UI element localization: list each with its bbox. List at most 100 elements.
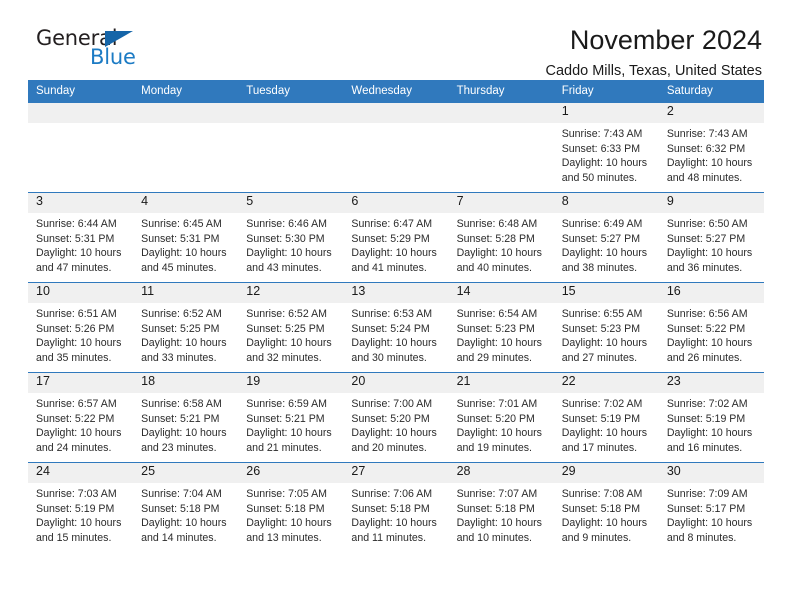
day-cell-inner: 15 Sunrise: 6:55 AM Sunset: 5:23 PM Dayligh… bbox=[553, 283, 659, 372]
daylight-text-line1: Daylight: 10 hours bbox=[141, 247, 227, 260]
day-cell-inner: 22 Sunrise: 7:02 AM Sunset: 5:19 PM Dayligh… bbox=[553, 373, 659, 462]
day-details: Sunrise: 6:55 AM Sunset: 5:23 PM Daylight:… bbox=[554, 303, 659, 365]
sunrise-text: Sunrise: 6:58 AM bbox=[141, 398, 222, 410]
day-cell-inner: 29 Sunrise: 7:08 AM Sunset: 5:18 PM Dayligh… bbox=[553, 463, 659, 552]
sunset-text: Sunset: 5:23 PM bbox=[456, 322, 535, 335]
sunrise-text: Sunrise: 6:57 AM bbox=[36, 398, 117, 410]
calendar-day-cell-empty bbox=[28, 103, 134, 193]
sunrise-text: Sunrise: 6:50 AM bbox=[666, 218, 748, 230]
calendar-day-cell[interactable]: 15 Sunrise: 6:55 AM Sunset: 5:23 PM Dayligh… bbox=[553, 282, 659, 373]
day-number-band: 8 bbox=[553, 193, 659, 213]
day-details: Sunrise: 7:08 AM Sunset: 5:18 PM Daylight:… bbox=[554, 483, 659, 545]
daylight-text-line2: and 20 minutes. bbox=[351, 441, 427, 454]
day-number: 6 bbox=[351, 194, 359, 208]
calendar-day-cell[interactable]: 3 Sunrise: 6:44 AM Sunset: 5:31 PM Daylight… bbox=[28, 192, 134, 283]
calendar-day-cell[interactable]: 16 Sunrise: 6:56 AM Sunset: 5:22 PM Dayligh… bbox=[658, 282, 764, 373]
page-title: November 2024 bbox=[569, 25, 762, 55]
sunset-text: Sunset: 5:18 PM bbox=[351, 502, 430, 515]
calendar-day-cell[interactable]: 21 Sunrise: 7:01 AM Sunset: 5:20 PM Dayligh… bbox=[448, 372, 554, 463]
general-blue-logo[interactable]: General Blue bbox=[28, 26, 148, 72]
calendar-day-cell-empty bbox=[238, 103, 344, 193]
day-number: 2 bbox=[666, 104, 674, 118]
daylight-text-line1: Daylight: 10 hours bbox=[561, 247, 648, 260]
day-number: 9 bbox=[666, 194, 674, 208]
calendar-day-cell[interactable]: 11 Sunrise: 6:52 AM Sunset: 5:25 PM Dayligh… bbox=[133, 282, 239, 373]
calendar-day-cell[interactable]: 6 Sunrise: 6:47 AM Sunset: 5:29 PM Daylight… bbox=[343, 192, 449, 283]
calendar-day-cell[interactable]: 17 Sunrise: 6:57 AM Sunset: 5:22 PM Dayligh… bbox=[28, 372, 134, 463]
calendar-day-cell[interactable]: 27 Sunrise: 7:06 AM Sunset: 5:18 PM Dayligh… bbox=[343, 462, 449, 552]
day-details: Sunrise: 7:06 AM Sunset: 5:18 PM Daylight:… bbox=[343, 483, 448, 545]
calendar-day-cell[interactable]: 22 Sunrise: 7:02 AM Sunset: 5:19 PM Dayligh… bbox=[553, 372, 659, 463]
day-cell-inner bbox=[28, 103, 134, 192]
sunrise-text: Sunrise: 7:09 AM bbox=[666, 488, 748, 500]
day-cell-inner: 7 Sunrise: 6:48 AM Sunset: 5:28 PM Daylight… bbox=[448, 193, 554, 282]
calendar-day-cell[interactable]: 12 Sunrise: 6:52 AM Sunset: 5:25 PM Dayligh… bbox=[238, 282, 344, 373]
day-cell-inner: 25 Sunrise: 7:04 AM Sunset: 5:18 PM Dayligh… bbox=[133, 463, 239, 552]
calendar-day-cell[interactable]: 4 Sunrise: 6:45 AM Sunset: 5:31 PM Daylight… bbox=[133, 192, 239, 283]
daylight-text-line2: and 15 minutes. bbox=[36, 531, 112, 544]
calendar-day-cell[interactable]: 13 Sunrise: 6:53 AM Sunset: 5:24 PM Dayligh… bbox=[343, 282, 449, 373]
sunset-text: Sunset: 5:27 PM bbox=[561, 232, 641, 245]
calendar-day-cell[interactable]: 9 Sunrise: 6:50 AM Sunset: 5:27 PM Daylight… bbox=[658, 192, 764, 283]
day-number-band: 6 bbox=[343, 193, 449, 213]
calendar-day-cell[interactable]: 8 Sunrise: 6:49 AM Sunset: 5:27 PM Daylight… bbox=[553, 192, 659, 283]
calendar-day-cell[interactable]: 1 Sunrise: 7:43 AM Sunset: 6:33 PM Daylight… bbox=[553, 103, 659, 193]
day-number-band: 16 bbox=[658, 283, 764, 303]
daylight-text-line2: and 35 minutes. bbox=[36, 351, 112, 364]
daylight-text-line2: and 33 minutes. bbox=[141, 351, 217, 364]
day-details: Sunrise: 7:03 AM Sunset: 5:19 PM Daylight:… bbox=[28, 483, 133, 545]
calendar-day-cell[interactable]: 25 Sunrise: 7:04 AM Sunset: 5:18 PM Dayligh… bbox=[133, 462, 239, 552]
daylight-text-line2: and 16 minutes. bbox=[666, 441, 743, 454]
day-cell-inner bbox=[448, 103, 554, 192]
sunrise-text: Sunrise: 6:52 AM bbox=[141, 308, 222, 320]
sunrise-text: Sunrise: 7:02 AM bbox=[666, 398, 748, 410]
daylight-text-line2: and 29 minutes. bbox=[456, 351, 532, 364]
daylight-text-line1: Daylight: 10 hours bbox=[456, 337, 542, 350]
sunset-text: Sunset: 5:25 PM bbox=[141, 322, 220, 335]
calendar-day-cell[interactable]: 19 Sunrise: 6:59 AM Sunset: 5:21 PM Dayligh… bbox=[238, 372, 344, 463]
sunrise-text: Sunrise: 7:07 AM bbox=[456, 488, 538, 500]
sunrise-text: Sunrise: 7:04 AM bbox=[141, 488, 222, 500]
sunrise-text: Sunrise: 6:56 AM bbox=[666, 308, 748, 320]
daylight-text-line2: and 48 minutes. bbox=[666, 171, 743, 184]
day-number: 13 bbox=[351, 284, 366, 298]
weekday-header-friday: Friday bbox=[553, 80, 659, 103]
calendar-day-cell[interactable]: 5 Sunrise: 6:46 AM Sunset: 5:30 PM Daylight… bbox=[238, 192, 344, 283]
day-cell-inner: 20 Sunrise: 7:00 AM Sunset: 5:20 PM Dayligh… bbox=[343, 373, 449, 462]
day-number-band: 4 bbox=[133, 193, 239, 213]
calendar-day-cell[interactable]: 20 Sunrise: 7:00 AM Sunset: 5:20 PM Dayligh… bbox=[343, 372, 449, 463]
calendar-day-cell[interactable]: 2 Sunrise: 7:43 AM Sunset: 6:32 PM Daylight… bbox=[658, 103, 764, 193]
day-number-band: 23 bbox=[658, 373, 764, 393]
calendar-day-cell[interactable]: 7 Sunrise: 6:48 AM Sunset: 5:28 PM Daylight… bbox=[448, 192, 554, 283]
calendar-day-cell[interactable]: 30 Sunrise: 7:09 AM Sunset: 5:17 PM Dayligh… bbox=[658, 462, 764, 552]
calendar-day-cell[interactable]: 29 Sunrise: 7:08 AM Sunset: 5:18 PM Dayligh… bbox=[553, 462, 659, 552]
daylight-text-line2: and 27 minutes. bbox=[561, 351, 638, 364]
daylight-text-line1: Daylight: 10 hours bbox=[561, 337, 648, 350]
day-details: Sunrise: 7:01 AM Sunset: 5:20 PM Daylight:… bbox=[449, 393, 554, 455]
day-cell-inner: 3 Sunrise: 6:44 AM Sunset: 5:31 PM Daylight… bbox=[28, 193, 134, 282]
day-cell-inner: 27 Sunrise: 7:06 AM Sunset: 5:18 PM Dayligh… bbox=[343, 463, 449, 552]
daylight-text-line1: Daylight: 10 hours bbox=[666, 427, 753, 440]
daylight-text-line1: Daylight: 10 hours bbox=[351, 247, 437, 260]
day-number-band: 19 bbox=[238, 373, 344, 393]
day-number: 23 bbox=[666, 374, 681, 388]
sunset-text: Sunset: 5:23 PM bbox=[561, 322, 641, 335]
calendar-page: General Blue November 2024 Caddo Mills, … bbox=[0, 0, 792, 612]
calendar-day-cell[interactable]: 23 Sunrise: 7:02 AM Sunset: 5:19 PM Dayligh… bbox=[658, 372, 764, 463]
daylight-text-line2: and 23 minutes. bbox=[141, 441, 217, 454]
calendar-day-cell[interactable]: 18 Sunrise: 6:58 AM Sunset: 5:21 PM Dayligh… bbox=[133, 372, 239, 463]
sunrise-sunset-calendar: Sunday Monday Tuesday Wednesday Thursday Frid… bbox=[28, 80, 764, 552]
day-cell-inner: 13 Sunrise: 6:53 AM Sunset: 5:24 PM Dayligh… bbox=[343, 283, 449, 372]
calendar-day-cell[interactable]: 28 Sunrise: 7:07 AM Sunset: 5:18 PM Dayligh… bbox=[448, 462, 554, 552]
sunset-text: Sunset: 5:31 PM bbox=[36, 232, 115, 245]
calendar-day-cell[interactable]: 26 Sunrise: 7:05 AM Sunset: 5:18 PM Dayligh… bbox=[238, 462, 344, 552]
sunset-text: Sunset: 5:22 PM bbox=[666, 322, 746, 335]
calendar-day-cell[interactable]: 14 Sunrise: 6:54 AM Sunset: 5:23 PM Dayligh… bbox=[448, 282, 554, 373]
calendar-day-cell[interactable]: 24 Sunrise: 7:03 AM Sunset: 5:19 PM Dayligh… bbox=[28, 462, 134, 552]
sunset-text: Sunset: 6:33 PM bbox=[561, 142, 641, 155]
daylight-text-line1: Daylight: 10 hours bbox=[141, 337, 227, 350]
day-number-band: 25 bbox=[133, 463, 239, 483]
calendar-day-cell-empty bbox=[343, 103, 449, 193]
calendar-day-cell[interactable]: 10 Sunrise: 6:51 AM Sunset: 5:26 PM Dayligh… bbox=[28, 282, 134, 373]
daylight-text-line2: and 36 minutes. bbox=[666, 261, 743, 274]
